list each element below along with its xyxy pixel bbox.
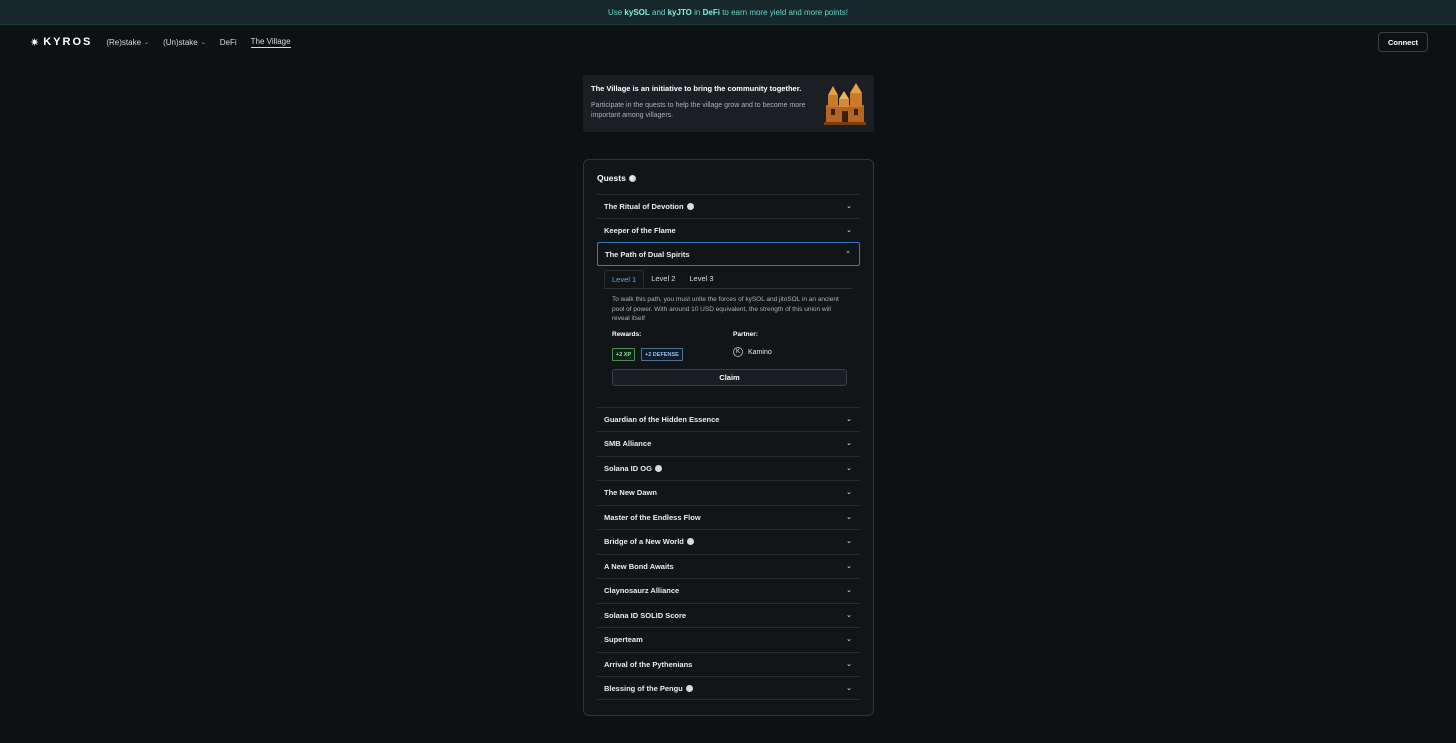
quest-label: Arrival of the Pythenians <box>604 660 693 669</box>
nav-restake-label: (Re)stake <box>106 37 142 47</box>
quest-label: Claynosaurz Alliance <box>604 586 680 595</box>
chevron-down-icon: ⌄ <box>846 587 852 594</box>
quest-blessing-pengu[interactable]: Blessing of the Pengu ⌄ <box>597 676 860 700</box>
chevron-down-icon: ⌄ <box>846 661 852 668</box>
reward-xp-badge: +2 XP <box>612 348 636 361</box>
quest-path-of-dual-spirits[interactable]: The Path of Dual Spirits ⌃ <box>597 242 860 266</box>
quest-label: Keeper of the Flame <box>604 226 676 235</box>
quest-label: Bridge of a New World <box>604 537 684 546</box>
top-nav: ✷ KYROS (Re)stake ⌄ (Un)stake ⌄ DeFi The… <box>30 32 305 52</box>
banner-kysol-link[interactable]: kySOL <box>624 8 649 17</box>
quest-smb-alliance[interactable]: SMB Alliance ⌄ <box>597 431 860 455</box>
banner-kyjto-link[interactable]: kyJTO <box>668 8 692 17</box>
quest-label: Solana ID OG <box>604 464 652 473</box>
chevron-down-icon: ⌄ <box>200 39 206 46</box>
quest-solana-id-og[interactable]: Solana ID OG ⌄ <box>597 456 860 480</box>
chevron-down-icon: ⌄ <box>846 203 852 210</box>
quest-bridge-new-world[interactable]: Bridge of a New World ⌄ <box>597 529 860 553</box>
quest-label: The New Dawn <box>604 488 657 497</box>
badge-icon <box>685 684 693 692</box>
nav-defi[interactable]: DeFi <box>220 38 237 47</box>
chevron-down-icon: ⌄ <box>846 416 852 423</box>
partner-label: Partner: <box>733 331 758 338</box>
quest-label: Superteam <box>604 635 643 644</box>
reward-defense-badge: +2 DEFENSE <box>641 348 683 361</box>
chevron-down-icon: ⌄ <box>846 227 852 234</box>
quest-label: The Ritual of Devotion <box>604 202 684 211</box>
rewards-label: Rewards: <box>612 331 642 338</box>
kamino-icon: K <box>733 347 743 357</box>
quest-detail: Level 1 Level 2 Level 3 To walk this pat… <box>597 268 860 406</box>
nav-unstake[interactable]: (Un)stake ⌄ <box>163 38 206 47</box>
star-icon: ✷ <box>30 36 42 49</box>
chevron-up-icon: ⌃ <box>845 251 851 258</box>
chevron-down-icon: ⌄ <box>846 685 852 692</box>
quest-arrival-pythenians[interactable]: Arrival of the Pythenians ⌄ <box>597 652 860 676</box>
village-castle-icon <box>824 83 866 125</box>
quest-label: The Path of Dual Spirits <box>605 249 690 259</box>
chevron-down-icon: ⌄ <box>846 465 852 472</box>
quest-label: A New Bond Awaits <box>604 562 674 571</box>
compass-icon <box>628 174 636 182</box>
quest-superteam[interactable]: Superteam ⌄ <box>597 627 860 651</box>
quest-master-endless-flow[interactable]: Master of the Endless Flow ⌄ <box>597 505 860 529</box>
partner-name: Kamino <box>748 348 772 356</box>
quest-description: To walk this path, you must unite the fo… <box>612 296 839 322</box>
chevron-down-icon: ⌄ <box>846 636 852 643</box>
connect-button[interactable]: Connect <box>1378 32 1428 52</box>
badge-icon <box>686 203 694 210</box>
banner-text-2: to earn more yield and more points! <box>722 7 849 17</box>
quest-guardian-hidden-essence[interactable]: Guardian of the Hidden Essence ⌄ <box>597 407 860 431</box>
chevron-down-icon: ⌄ <box>846 538 852 545</box>
partner-kamino[interactable]: K Kamino <box>733 347 772 357</box>
nav-restake[interactable]: (Re)stake ⌄ <box>106 38 149 47</box>
chevron-down-icon: ⌄ <box>846 440 852 447</box>
tab-level-3[interactable]: Level 3 <box>682 270 720 288</box>
quest-label: Blessing of the Pengu <box>604 683 683 693</box>
tab-level-1[interactable]: Level 1 <box>604 270 645 288</box>
intro-description: Participate in the quests to help the vi… <box>591 102 806 119</box>
quest-new-bond-awaits[interactable]: A New Bond Awaits ⌄ <box>597 554 860 578</box>
quests-panel: Quests The Ritual of Devotion ⌄ Keeper o… <box>583 159 874 716</box>
chevron-down-icon: ⌄ <box>846 612 852 619</box>
quest-label: SMB Alliance <box>604 439 652 448</box>
tab-level-2[interactable]: Level 2 <box>644 270 682 288</box>
village-intro-card: The Village is an initiative to bring th… <box>583 75 874 132</box>
quest-label: Guardian of the Hidden Essence <box>604 415 720 424</box>
banner-text-1: Use <box>607 7 623 17</box>
promo-banner: Use kySOL and kyJTO in DeFi to earn more… <box>0 0 1456 25</box>
badge-icon <box>654 465 662 472</box>
claim-button[interactable]: Claim <box>612 369 847 386</box>
quest-label: Solana ID SOLID Score <box>604 611 687 620</box>
chevron-down-icon: ⌄ <box>846 563 852 570</box>
kyros-logo[interactable]: ✷ KYROS <box>30 36 92 49</box>
quest-the-new-dawn[interactable]: The New Dawn ⌄ <box>597 480 860 504</box>
nav-the-village[interactable]: The Village <box>250 36 291 48</box>
chevron-down-icon: ⌄ <box>846 514 852 521</box>
chevron-down-icon: ⌄ <box>144 39 150 46</box>
logo-text: KYROS <box>43 36 93 48</box>
quest-label: Master of the Endless Flow <box>604 513 701 522</box>
banner-text-and: and <box>652 7 666 17</box>
badge-icon <box>686 538 694 545</box>
quest-ritual-of-devotion[interactable]: The Ritual of Devotion ⌄ <box>597 194 860 218</box>
level-tabs: Level 1 Level 2 Level 3 <box>604 270 852 289</box>
quests-title: Quests <box>597 173 636 183</box>
banner-defi-link[interactable]: DeFi <box>703 8 720 17</box>
nav-the-village-label: The Village <box>250 36 291 46</box>
chevron-down-icon: ⌄ <box>846 489 852 496</box>
nav-defi-label: DeFi <box>219 37 237 47</box>
quest-solana-id-solid-score[interactable]: Solana ID SOLID Score ⌄ <box>597 603 860 627</box>
quest-keeper-of-the-flame[interactable]: Keeper of the Flame ⌄ <box>597 218 860 242</box>
quest-claynosaurz-alliance[interactable]: Claynosaurz Alliance ⌄ <box>597 578 860 602</box>
nav-unstake-label: (Un)stake <box>163 37 198 47</box>
